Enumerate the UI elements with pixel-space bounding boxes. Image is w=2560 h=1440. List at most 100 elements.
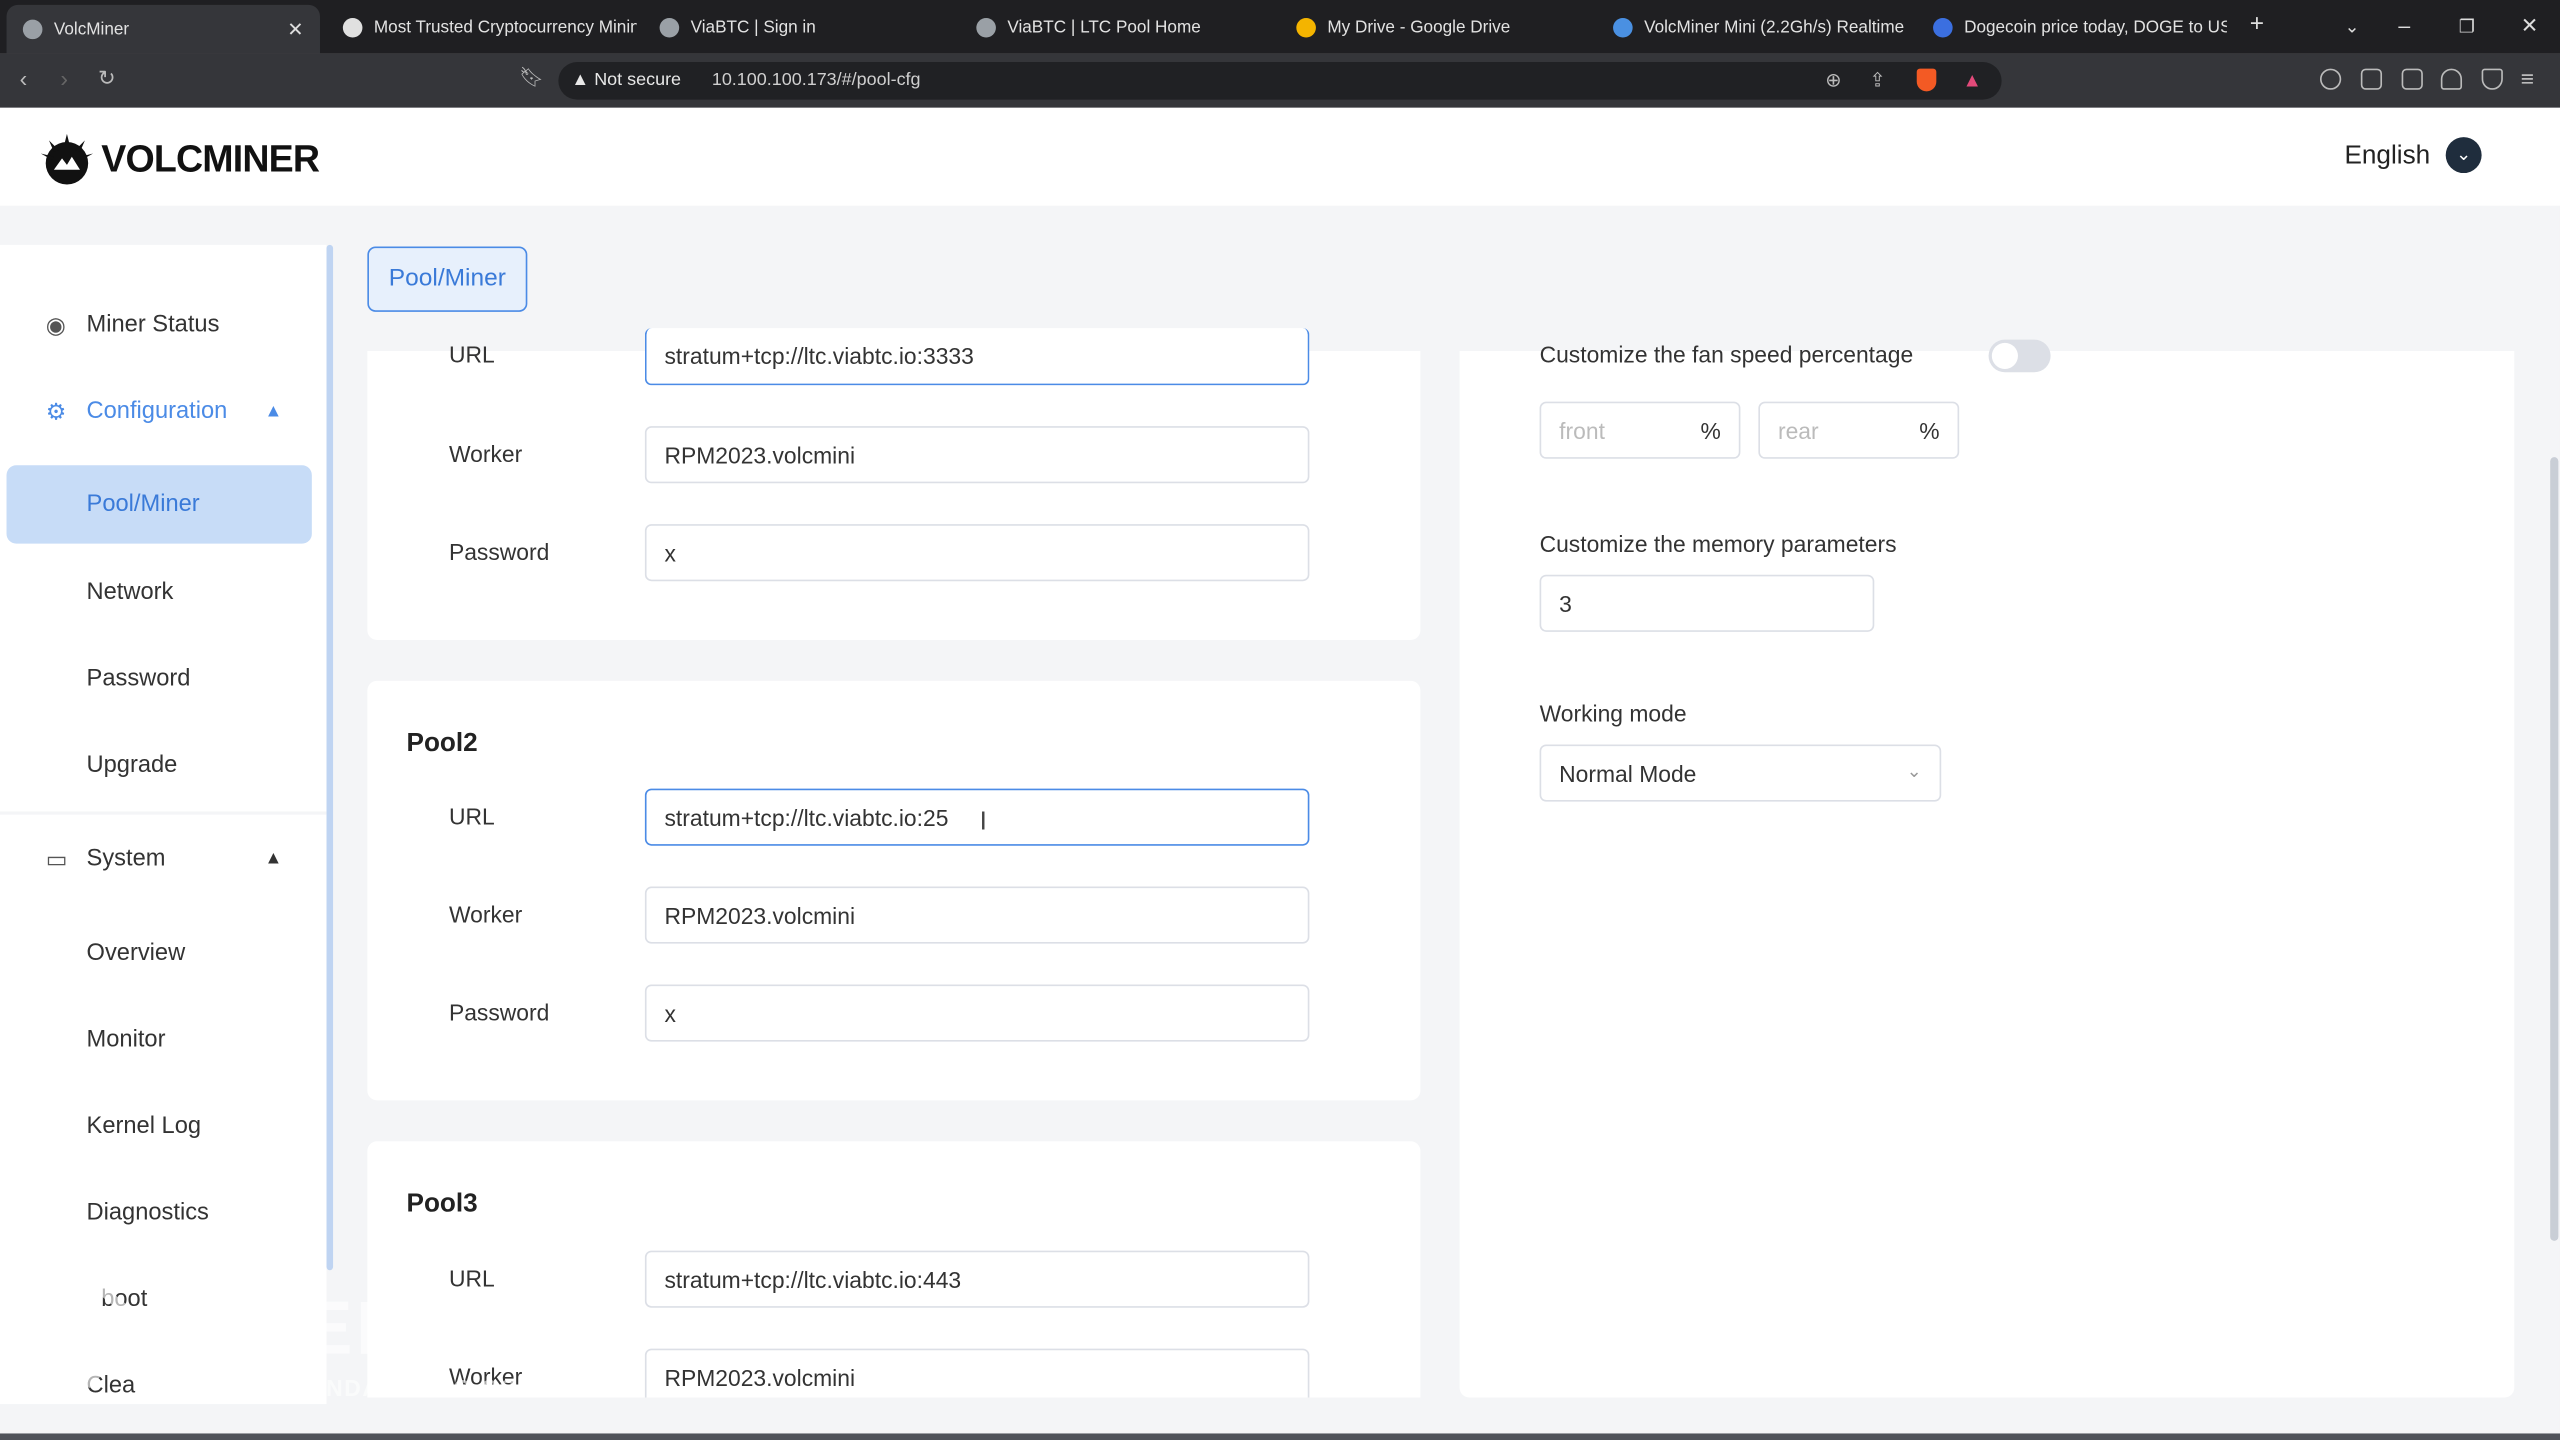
sidebar-toggle-icon[interactable] (2360, 68, 2383, 90)
eye-icon: ◉ (45, 311, 66, 338)
watermark-subtitle: WWW.REDPANDAMINING.COM (163, 1374, 540, 1401)
browser-toolbar: ‹ › ↻ 🔖︎ ▲ Not secure 10.100.100.173/#/p… (0, 53, 2560, 108)
url-label: URL (448, 341, 495, 368)
sidebar-item-pool-miner[interactable]: Pool/Miner (6, 465, 312, 544)
chevron-down-icon[interactable]: ⌄ (2445, 137, 2482, 174)
password-label: Password (448, 538, 550, 565)
chevron-up-icon: ▲ (264, 848, 283, 869)
security-label: Not secure (594, 70, 682, 90)
menu-icon[interactable]: ≡ (2521, 65, 2534, 91)
wallet-icon[interactable] (2401, 68, 2423, 90)
new-tab-plus-icon[interactable]: + (2250, 10, 2264, 38)
sidebar-item-label: Kernel Log (86, 1113, 202, 1140)
vpn-icon[interactable] (2481, 68, 2503, 90)
rear-placeholder: rear (1777, 417, 1819, 445)
pool3-worker-input[interactable]: RPM2023.volcmini (644, 1348, 1310, 1398)
browser-tab-strip: VolcMiner ✕ Most Trusted Cryptocurrency … (0, 0, 2560, 54)
browser-tab-dogecoin[interactable]: Dogecoin price today, DOGE to USD (1917, 5, 2227, 49)
minimize-icon[interactable]: – (2398, 13, 2410, 37)
pool2-password-input[interactable]: x (644, 984, 1310, 1042)
close-icon[interactable]: ✕ (287, 18, 303, 41)
fan-rear-input[interactable]: rear % (1758, 401, 1960, 459)
worker-label: Worker (448, 440, 523, 467)
sidebar-item-label: Diagnostics (86, 1199, 209, 1227)
pool2-url-input[interactable]: stratum+tcp://ltc.viabtc.io:25 (644, 788, 1310, 846)
url-label: URL (448, 803, 495, 830)
tab-favicon-icon (659, 17, 680, 37)
sidebar-item-label: System (86, 845, 166, 872)
sidebar-item-monitor[interactable]: Monitor (0, 1001, 320, 1079)
tab-favicon-icon (342, 17, 363, 37)
pool1-url-input[interactable]: stratum+tcp://ltc.viabtc.io:3333 (644, 328, 1310, 386)
security-indicator[interactable]: ▲ Not secure (571, 70, 681, 90)
sidebar-item-label: Overview (86, 940, 186, 967)
sidebar-scrollbar[interactable] (326, 244, 334, 1271)
sidebar-item-label: Pool/Miner (86, 491, 200, 518)
tab-list-chevron-icon[interactable]: ⌄ (2344, 16, 2359, 38)
screen: VolcMiner ✕ Most Trusted Cryptocurrency … (0, 0, 2560, 1440)
tab-pool-miner[interactable]: Pool/Miner (367, 246, 528, 312)
sidebar-item-password[interactable]: Password (0, 640, 320, 718)
chevron-up-icon: ▲ (264, 401, 283, 422)
text-cursor-icon: I (979, 808, 987, 836)
pool1-password-input[interactable]: x (644, 524, 1310, 582)
sidebar-group-configuration[interactable]: ⚙ Configuration ▲ (0, 372, 320, 450)
memory-params-label: Customize the memory parameters (1539, 530, 1897, 557)
bottom-edge (0, 1433, 2560, 1440)
sidebar-item-diagnostics[interactable]: Diagnostics (0, 1174, 320, 1252)
sidebar-item-label: Password (86, 666, 191, 693)
browser-tab-viabtc-signin[interactable]: ViaBTC | Sign in (643, 5, 953, 49)
forward-icon[interactable]: › (60, 65, 68, 91)
browser-tab-viabtc-ltc[interactable]: ViaBTC | LTC Pool Home (960, 5, 1270, 49)
reload-icon[interactable]: ↻ (98, 65, 116, 91)
sidebar-item-label: Configuration (86, 398, 228, 425)
sidebar-item-kernel-log[interactable]: Kernel Log (0, 1087, 320, 1165)
fan-front-input[interactable]: front % (1539, 401, 1741, 459)
pool3-title: Pool3 (406, 1190, 478, 1218)
sidebar-item-upgrade[interactable]: Upgrade (0, 727, 320, 805)
pool2-title: Pool2 (406, 729, 478, 758)
sidebar-item-label: Upgrade (86, 752, 178, 779)
address-bar[interactable]: ▲ Not secure 10.100.100.173/#/pool-cfg ⊕… (558, 62, 2002, 100)
language-label[interactable]: English (2344, 142, 2430, 171)
watermark-title: MINER (155, 1284, 414, 1370)
sidebar-group-system[interactable]: ▭ System ▲ (0, 820, 320, 898)
brave-shield-icon[interactable] (1916, 68, 1937, 92)
fan-speed-label: Customize the fan speed percentage (1539, 341, 1914, 368)
chevron-down-icon: ⌄ (1906, 762, 1922, 783)
percent-unit: % (1700, 417, 1721, 445)
browser-tab-volcminer-mini[interactable]: VolcMiner Mini (2.2Gh/s) Realtime P (1597, 5, 1907, 49)
extensions-icon[interactable] (2319, 68, 2342, 90)
tab-title: ViaBTC | LTC Pool Home (1007, 17, 1201, 37)
url-text[interactable]: 10.100.100.173/#/pool-cfg (712, 70, 921, 90)
restore-icon[interactable]: ❐ (2459, 16, 2475, 38)
zoom-icon[interactable]: ⊕ (1825, 69, 1841, 92)
memory-params-input[interactable]: 3 (1539, 574, 1875, 632)
sidebar-item-network[interactable]: Network (0, 553, 320, 631)
brave-rewards-icon[interactable]: ▲ (1962, 69, 1981, 92)
tab-title: My Drive - Google Drive (1327, 17, 1511, 37)
page-scrollbar[interactable] (2550, 457, 2559, 1241)
volcminer-logo-icon (40, 133, 94, 185)
pool1-card: URL stratum+tcp://ltc.viabtc.io:3333 Wor… (367, 328, 1421, 640)
browser-tab-minerstat[interactable]: Most Trusted Cryptocurrency Minin (327, 5, 637, 49)
working-mode-label: Working mode (1539, 700, 1687, 727)
app-header: VOLCMINER English ⌄ (0, 107, 2560, 206)
pool2-worker-input[interactable]: RPM2023.volcmini (644, 886, 1310, 944)
pool1-worker-input[interactable]: RPM2023.volcmini (644, 426, 1310, 484)
pool3-url-input[interactable]: stratum+tcp://ltc.viabtc.io:443 (644, 1250, 1310, 1308)
browser-tab-volcminer[interactable]: VolcMiner ✕ (6, 4, 320, 54)
watermark: MINER WWW.REDPANDAMINING.COM (32, 1273, 588, 1404)
browser-tab-google-drive[interactable]: My Drive - Google Drive (1280, 5, 1590, 49)
pool2-card: Pool2 URL stratum+tcp://ltc.viabtc.io:25… (367, 680, 1421, 1101)
bookmark-icon[interactable]: 🔖︎ (519, 65, 544, 88)
sidebar-item-miner-status[interactable]: ◉ Miner Status (0, 286, 320, 364)
back-icon[interactable]: ‹ (20, 65, 28, 91)
share-icon[interactable]: ⇪ (1869, 69, 1885, 92)
leo-ai-icon[interactable] (2440, 68, 2463, 90)
fan-speed-toggle[interactable] (1988, 339, 2051, 373)
sidebar-item-overview[interactable]: Overview (0, 914, 320, 992)
close-window-icon[interactable]: ✕ (2521, 13, 2539, 39)
working-mode-select[interactable]: Normal Mode ⌄ (1539, 744, 1942, 802)
tab-favicon-icon (1933, 17, 1953, 37)
